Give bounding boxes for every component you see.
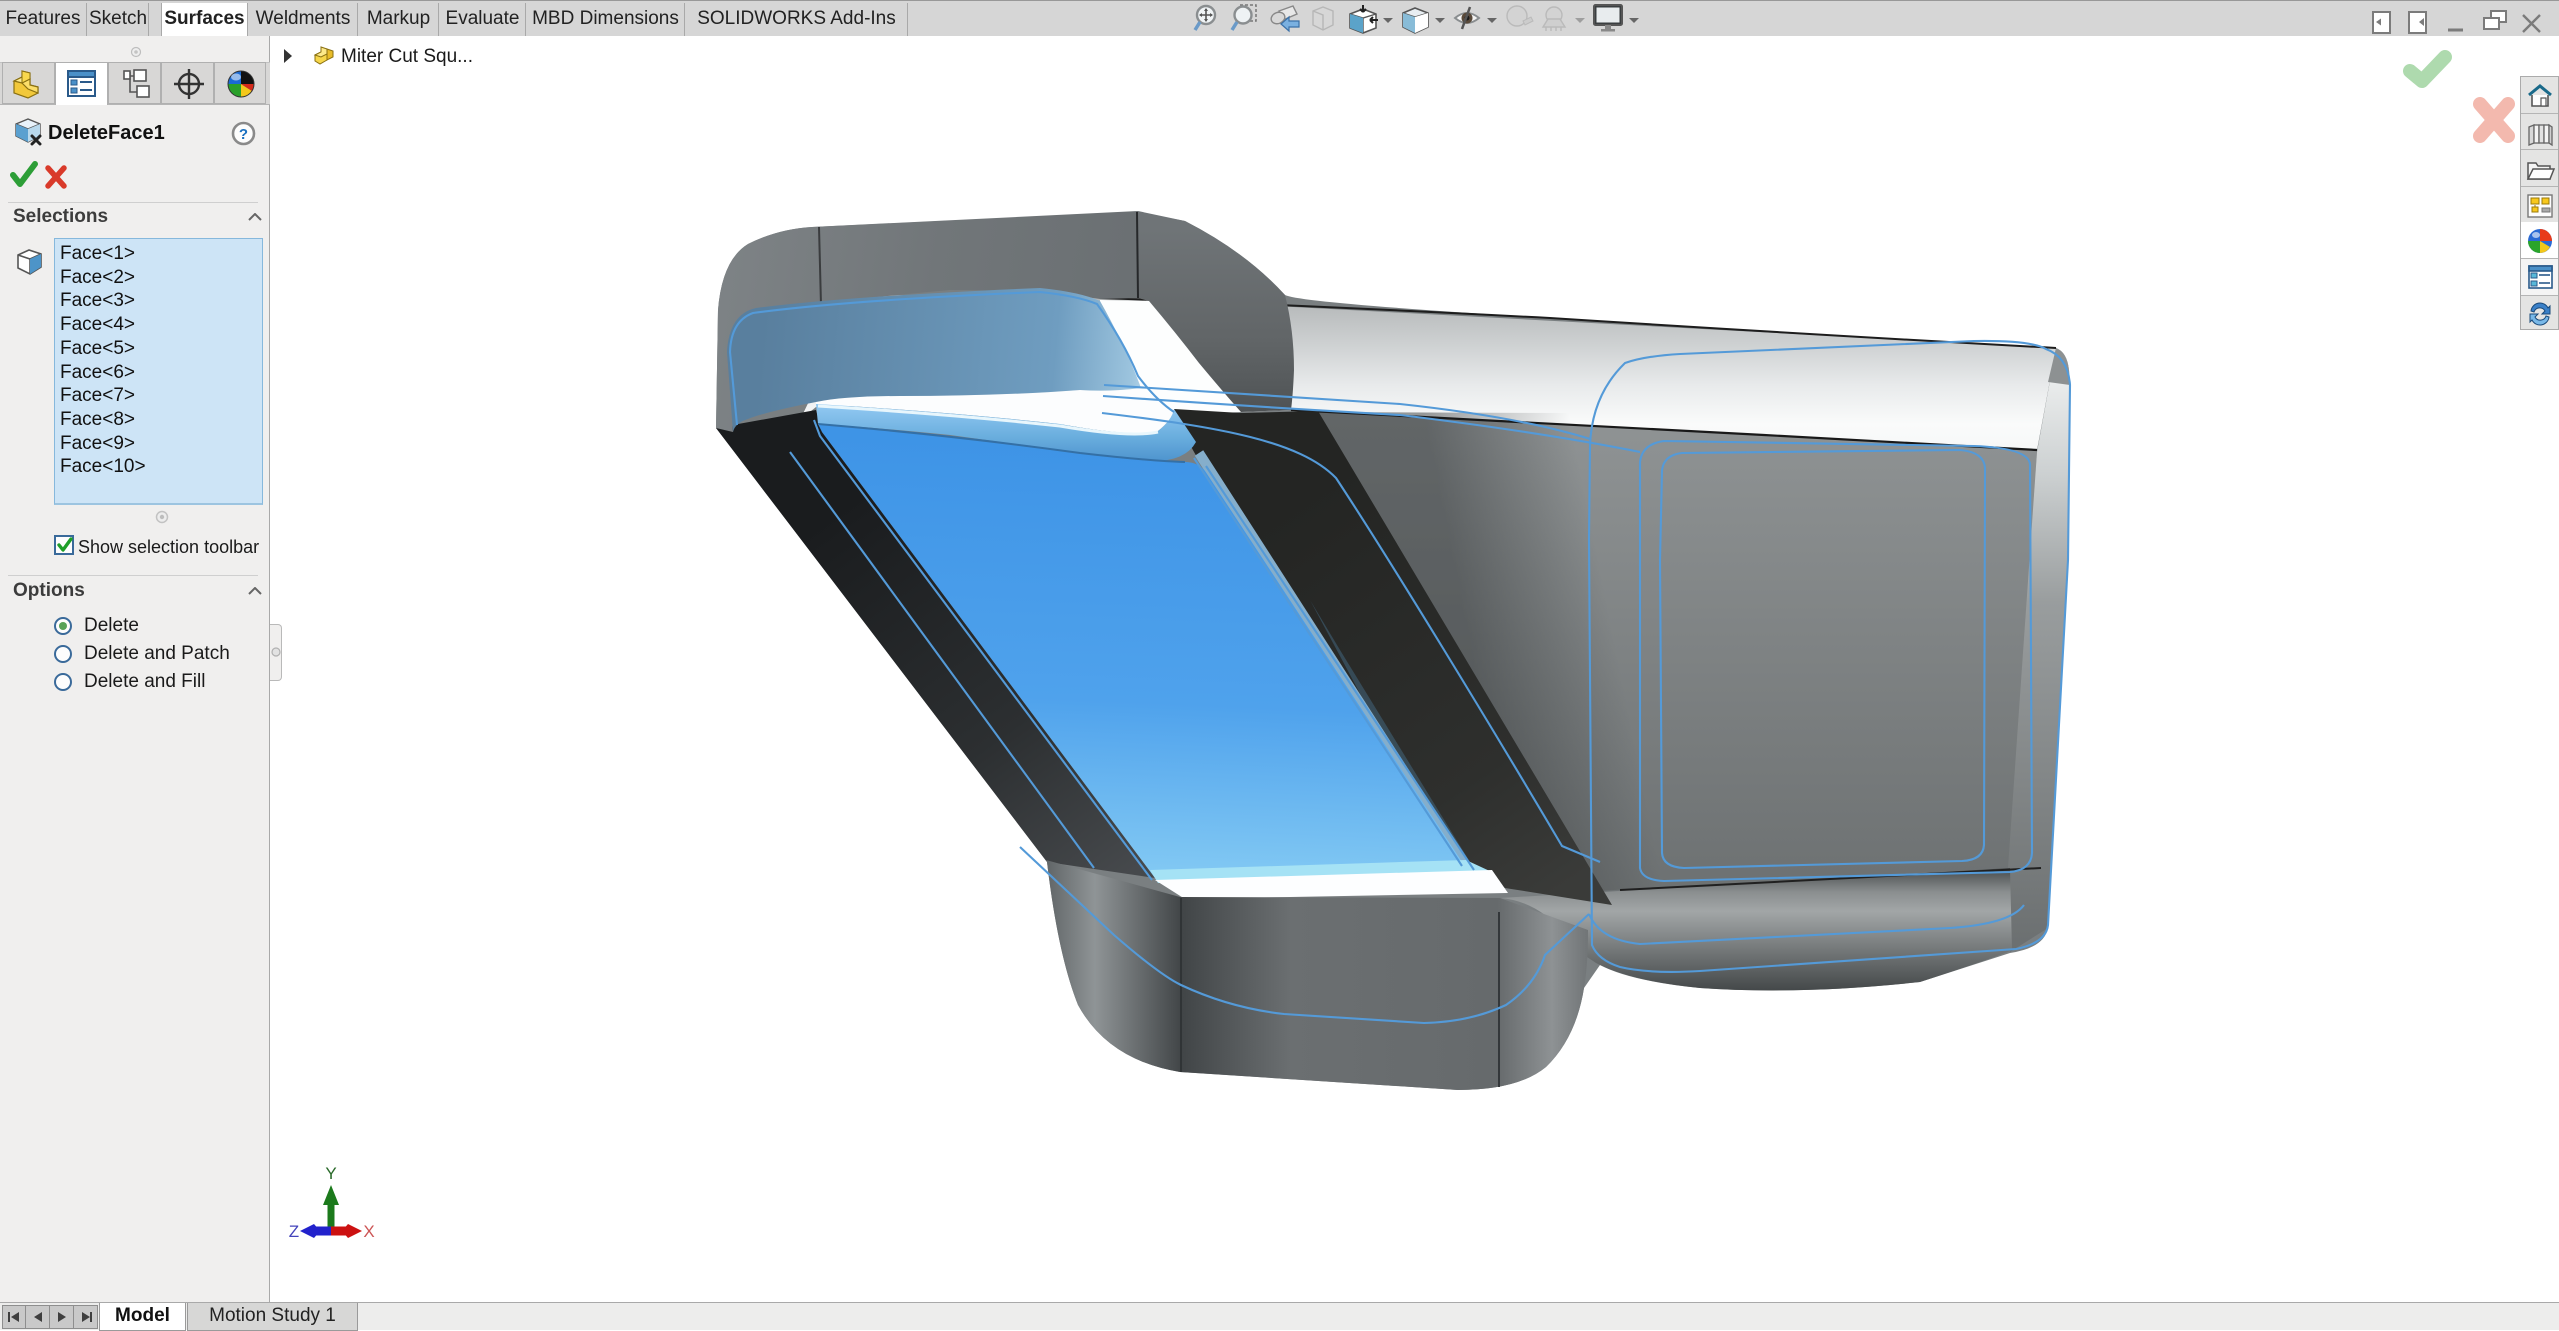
svg-text:X: X bbox=[363, 1222, 374, 1241]
svg-text:?: ? bbox=[239, 126, 248, 143]
svg-text:Y: Y bbox=[325, 1164, 336, 1183]
svg-text:Z: Z bbox=[289, 1222, 299, 1241]
